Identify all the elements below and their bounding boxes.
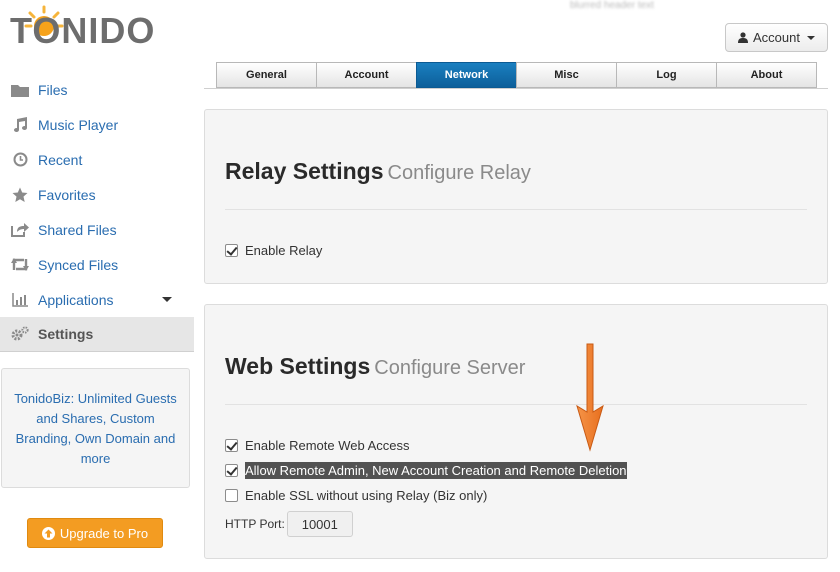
sidebar-item-settings[interactable]: Settings	[0, 317, 194, 352]
remote-web-access-row: Enable Remote Web Access	[225, 436, 410, 454]
section-divider	[225, 404, 807, 405]
web-settings-heading: Web Settings Configure Server	[225, 353, 525, 380]
relay-settings-heading: Relay Settings Configure Relay	[225, 158, 531, 185]
remote-admin-label[interactable]: Allow Remote Admin, New Account Creation…	[245, 461, 627, 479]
tab-label: Log	[656, 69, 677, 81]
header-blurred-text: blurred header text	[570, 0, 654, 11]
remote-admin-checkbox[interactable]	[225, 463, 238, 477]
tab-label: About	[750, 69, 783, 81]
relay-settings-title: Relay Settings	[225, 158, 384, 184]
http-port-input[interactable]: 10001	[286, 511, 353, 537]
sidebar-item-recent[interactable]: Recent	[0, 142, 194, 177]
http-port-label: HTTP Port:	[225, 517, 285, 531]
tab-label: Account	[344, 69, 389, 81]
tonido-logo[interactable]: TONIDO	[10, 4, 160, 51]
sidebar-item-label: Shared Files	[38, 221, 117, 238]
ssl-label[interactable]: Enable SSL without using Relay (Biz only…	[245, 488, 487, 503]
music-note-icon	[10, 116, 30, 134]
ssl-checkbox[interactable]	[225, 488, 238, 502]
tab-label: Misc	[554, 69, 579, 81]
sidebar-item-applications[interactable]: Applications	[0, 282, 194, 317]
settings-tabs: General Account Network Misc Log About	[216, 62, 817, 89]
annotation-arrow-icon	[576, 343, 604, 452]
sidebar-item-synced-files[interactable]: Synced Files	[0, 247, 194, 282]
chart-icon	[10, 291, 30, 309]
sidebar-item-music-player[interactable]: Music Player	[0, 107, 194, 142]
sidebar: Files Music Player Recent Favorites Shar…	[0, 72, 194, 352]
clock-icon	[10, 151, 30, 169]
enable-relay-row: Enable Relay	[225, 241, 322, 259]
chevron-down-icon	[806, 35, 815, 40]
arrow-up-circle-icon	[41, 526, 55, 540]
account-menu-button[interactable]: Account	[725, 23, 828, 52]
section-divider	[225, 209, 807, 210]
tab-account[interactable]: Account	[316, 62, 417, 88]
star-icon	[10, 186, 30, 204]
web-settings-subtitle: Configure Server	[374, 357, 526, 379]
sidebar-item-label: Settings	[38, 326, 94, 342]
remote-admin-row: Allow Remote Admin, New Account Creation…	[225, 461, 627, 479]
tab-label: General	[246, 69, 287, 81]
user-icon	[738, 32, 748, 43]
gears-icon	[10, 325, 30, 343]
sidebar-item-label: Synced Files	[38, 256, 119, 273]
upgrade-button[interactable]: Upgrade to Pro	[27, 518, 163, 548]
enable-relay-checkbox[interactable]	[225, 243, 238, 257]
sidebar-item-label: Files	[38, 81, 68, 98]
tab-about[interactable]: About	[716, 62, 817, 88]
account-label: Account	[753, 30, 800, 45]
ssl-row: Enable SSL without using Relay (Biz only…	[225, 486, 487, 504]
promo-text[interactable]: TonidoBiz: Unlimited Guests and Shares, …	[14, 391, 177, 466]
remote-web-access-checkbox[interactable]	[225, 438, 238, 452]
remote-web-access-label[interactable]: Enable Remote Web Access	[245, 438, 410, 453]
relay-settings-panel: Relay Settings Configure Relay Enable Rel…	[204, 109, 828, 284]
sidebar-item-files[interactable]: Files	[0, 72, 194, 107]
tab-general[interactable]: General	[216, 62, 317, 88]
tab-label: Network	[444, 69, 489, 81]
share-icon	[10, 221, 30, 239]
sidebar-item-label: Applications	[38, 291, 114, 308]
sidebar-item-label: Music Player	[38, 116, 119, 133]
web-settings-panel: Web Settings Configure Server Enable Remo…	[204, 304, 828, 559]
sidebar-item-label: Recent	[38, 151, 83, 168]
tonido-settings-page: TONIDO blurred header text Account Files…	[0, 0, 840, 572]
sidebar-item-label: Favorites	[38, 186, 96, 203]
relay-settings-subtitle: Configure Relay	[387, 162, 531, 184]
folder-icon	[10, 81, 30, 99]
tab-misc[interactable]: Misc	[516, 62, 617, 88]
chevron-down-icon[interactable]	[162, 297, 172, 302]
tab-network[interactable]: Network	[416, 62, 517, 88]
logo-text: TONIDO	[10, 10, 156, 51]
http-port-row: HTTP Port: 10001	[225, 511, 353, 537]
promo-box[interactable]: TonidoBiz: Unlimited Guests and Shares, …	[1, 368, 190, 488]
sync-icon	[10, 256, 30, 274]
web-settings-title: Web Settings	[225, 353, 371, 379]
upgrade-label: Upgrade to Pro	[59, 525, 149, 541]
tab-log[interactable]: Log	[616, 62, 717, 88]
sidebar-item-favorites[interactable]: Favorites	[0, 177, 194, 212]
sidebar-item-shared-files[interactable]: Shared Files	[0, 212, 194, 247]
enable-relay-label[interactable]: Enable Relay	[245, 243, 322, 258]
